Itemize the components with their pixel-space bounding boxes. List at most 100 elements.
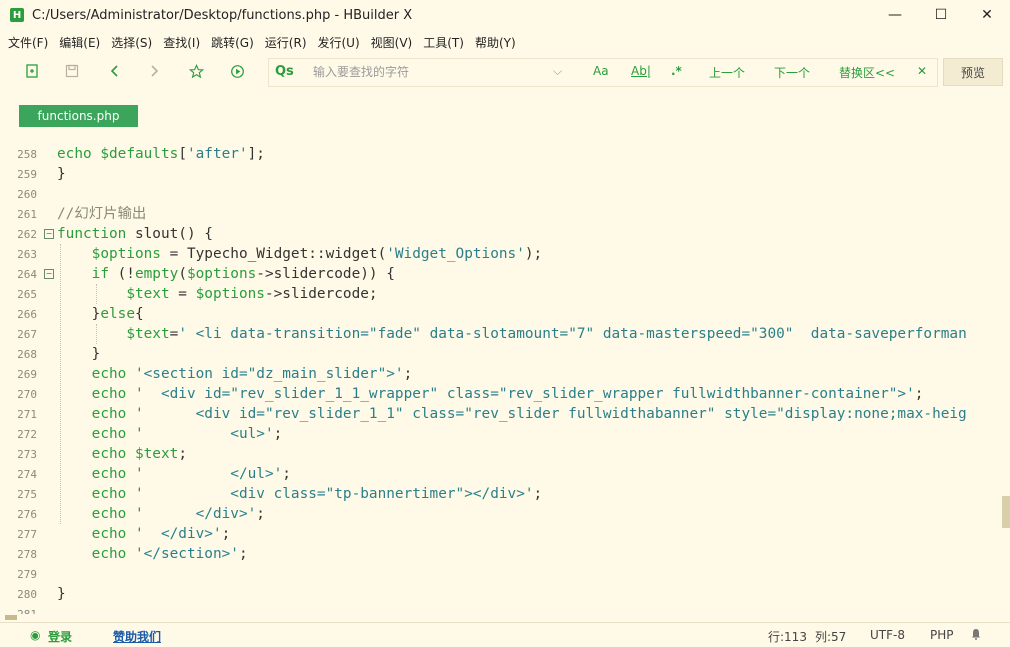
back-icon[interactable]	[103, 54, 127, 88]
code-line[interactable]: 275 echo ' <div class="tp-bannertimer"><…	[0, 484, 1002, 504]
code-line[interactable]: 259}	[0, 164, 1002, 184]
code-line[interactable]: 271 echo ' <div id="rev_slider_1_1" clas…	[0, 404, 1002, 424]
vertical-scrollbar[interactable]	[1002, 100, 1010, 615]
code-line[interactable]: 260	[0, 184, 1002, 204]
code-text: echo '<section id="dz_main_slider">';	[91, 366, 413, 382]
line-number: 277	[17, 528, 37, 541]
menu-tools[interactable]: 工具(T)	[423, 34, 464, 51]
vertical-scroll-thumb[interactable]	[1002, 496, 1010, 528]
code-line[interactable]: 276 echo ' </div>';	[0, 504, 1002, 524]
code-text: echo ' </div>';	[91, 526, 231, 542]
code-line[interactable]: 270 echo ' <div id="rev_slider_1_1_wrapp…	[0, 384, 1002, 404]
menu-help[interactable]: 帮助(Y)	[475, 34, 516, 51]
status-bar: ◉ 登录 赞助我们 行:113 列:57 UTF-8 PHP	[0, 622, 1010, 647]
user-icon[interactable]: ◉	[30, 628, 40, 642]
menu-edit[interactable]: 编辑(E)	[59, 34, 100, 51]
code-line[interactable]: 266 }else{	[0, 304, 1002, 324]
close-button[interactable]: ✕	[964, 0, 1010, 30]
menu-run[interactable]: 运行(R)	[265, 34, 307, 51]
line-number: 280	[17, 588, 37, 601]
search-input[interactable]	[313, 64, 543, 80]
login-link[interactable]: 登录	[48, 628, 72, 645]
code-text: }else{	[57, 306, 144, 322]
star-icon[interactable]	[184, 54, 208, 88]
encoding-indicator[interactable]: UTF-8	[870, 628, 905, 642]
indent-guide	[60, 244, 61, 524]
search-icon[interactable]: Qs	[275, 64, 294, 79]
code-line[interactable]: 268 }	[0, 344, 1002, 364]
code-text: echo ' </ul>';	[91, 466, 291, 482]
match-case-toggle[interactable]: Aa	[593, 64, 609, 78]
line-number: 269	[17, 368, 37, 381]
code-line[interactable]: 281	[0, 604, 1002, 614]
code-line[interactable]: 261 //幻灯片输出	[0, 204, 1002, 224]
line-number: 268	[17, 348, 37, 361]
menu-file[interactable]: 文件(F)	[8, 34, 48, 51]
title-bar: H C:/Users/Administrator/Desktop/functio…	[0, 0, 1010, 30]
notification-bell-icon[interactable]	[970, 628, 982, 643]
code-text: }	[57, 586, 66, 602]
menu-goto[interactable]: 跳转(G)	[211, 34, 254, 51]
new-file-icon[interactable]	[20, 54, 44, 88]
forward-icon[interactable]	[142, 54, 166, 88]
line-number: 258	[17, 148, 37, 161]
code-line[interactable]: 267 $text=' <li data-transition="fade" d…	[0, 324, 1002, 344]
window-title: C:/Users/Administrator/Desktop/functions…	[32, 7, 413, 23]
code-line[interactable]: 279	[0, 564, 1002, 584]
code-line[interactable]: 274 echo ' </ul>';	[0, 464, 1002, 484]
code-line[interactable]: 277 echo ' </div>';	[0, 524, 1002, 544]
code-line[interactable]: 280}	[0, 584, 1002, 604]
code-text: //幻灯片输出	[57, 206, 147, 222]
line-number: 274	[17, 468, 37, 481]
line-number: 265	[17, 288, 37, 301]
find-next-button[interactable]: 下一个	[774, 64, 810, 81]
cursor-line[interactable]: 行:113	[768, 628, 807, 645]
find-previous-button[interactable]: 上一个	[709, 64, 745, 81]
code-text: echo ' <div class="tp-bannertimer"></div…	[91, 486, 543, 502]
search-history-dropdown[interactable]: ⌵	[553, 64, 562, 79]
close-search-button[interactable]: ✕	[917, 64, 927, 78]
code-line[interactable]: 278 echo '</section>';	[0, 544, 1002, 564]
maximize-button[interactable]: ☐	[918, 0, 964, 30]
save-icon[interactable]	[60, 54, 84, 88]
code-text: echo '</section>';	[91, 546, 248, 562]
code-line[interactable]: 263 $options = Typecho_Widget::widget('W…	[0, 244, 1002, 264]
regex-toggle[interactable]: .*	[671, 64, 682, 78]
code-line[interactable]: 269 echo '<section id="dz_main_slider">'…	[0, 364, 1002, 384]
horizontal-scroll-thumb[interactable]	[5, 615, 17, 620]
code-text: $text=' <li data-transition="fade" data-…	[126, 326, 967, 342]
sponsor-link[interactable]: 赞助我们	[113, 628, 161, 645]
horizontal-scrollbar[interactable]	[0, 614, 1002, 621]
code-line[interactable]: 264− if (!empty($options->slidercode)) {	[0, 264, 1002, 284]
fold-toggle-icon[interactable]: −	[44, 229, 54, 239]
language-indicator[interactable]: PHP	[930, 628, 954, 642]
menu-select[interactable]: 选择(S)	[111, 34, 152, 51]
code-line[interactable]: 262− function slout() {	[0, 224, 1002, 244]
code-text: $text = $options->slidercode;	[126, 286, 378, 302]
menu-find[interactable]: 查找(I)	[163, 34, 200, 51]
whole-word-toggle[interactable]: Ab|	[631, 64, 651, 78]
code-line[interactable]: 265 $text = $options->slidercode;	[0, 284, 1002, 304]
line-number: 262	[17, 228, 37, 241]
line-number: 270	[17, 388, 37, 401]
code-line[interactable]: 258 echo $defaults['after'];	[0, 144, 1002, 164]
code-text: }	[57, 166, 66, 182]
menu-publish[interactable]: 发行(U)	[318, 34, 360, 51]
code-text: echo ' </div>';	[91, 506, 265, 522]
code-line[interactable]: 273 echo $text;	[0, 444, 1002, 464]
code-editor[interactable]: 258 echo $defaults['after']; 259} 260 261 //幻…	[0, 144, 1002, 614]
line-number: 260	[17, 188, 37, 201]
cursor-column[interactable]: 列:57	[815, 628, 846, 645]
code-text: function slout() {	[57, 226, 213, 242]
menu-view[interactable]: 视图(V)	[371, 34, 413, 51]
code-text: echo $text;	[91, 446, 187, 462]
code-text: echo ' <div id="rev_slider_1_1_wrapper" …	[91, 386, 924, 402]
line-number: 264	[17, 268, 37, 281]
minimize-button[interactable]: —	[872, 0, 918, 30]
replace-toggle-button[interactable]: 替换区<<	[839, 64, 895, 81]
run-icon[interactable]	[225, 54, 249, 88]
fold-toggle-icon[interactable]: −	[44, 269, 54, 279]
tab-functions-php[interactable]: functions.php	[19, 105, 138, 127]
code-line[interactable]: 272 echo ' <ul>';	[0, 424, 1002, 444]
preview-button[interactable]: 预览	[943, 58, 1003, 86]
